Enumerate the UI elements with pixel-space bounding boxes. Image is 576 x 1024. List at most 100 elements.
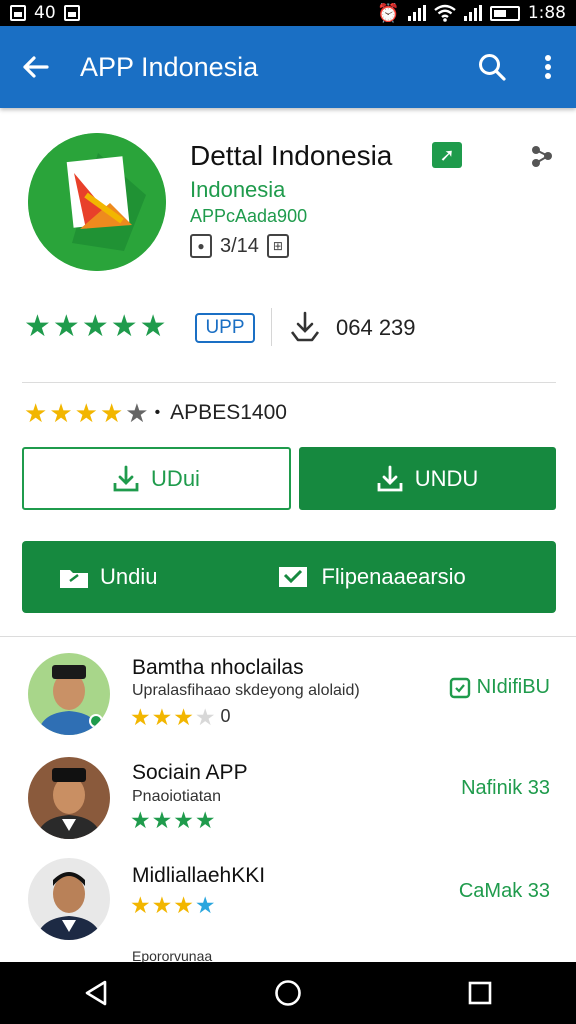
search-icon	[479, 54, 506, 81]
star-icon: ★	[125, 398, 149, 428]
download-count: 064 239	[336, 315, 416, 340]
star-icon: ★	[24, 398, 48, 428]
nav-home-button[interactable]	[258, 968, 318, 1018]
content-rating-icon: ●	[190, 234, 212, 258]
star-icon: ★	[151, 892, 173, 918]
status-time: 1:88	[527, 3, 566, 23]
avatar	[28, 858, 110, 940]
star-icon: ★	[52, 310, 80, 343]
editors-choice-icon: ➚	[432, 142, 462, 168]
download-count-icon	[288, 310, 322, 344]
alarm-icon: ⏰	[377, 2, 400, 23]
status-right: ⏰ 1:88	[377, 3, 566, 24]
wifi-icon	[434, 4, 456, 22]
star-icon: ★	[194, 892, 216, 918]
open-button[interactable]: Undiu	[58, 564, 157, 590]
list-item[interactable]: MidliallaehKKI ★ ★ ★ ★ CaMak 33	[0, 856, 576, 956]
download-icon	[113, 465, 139, 491]
reviewer-stars: ★ ★ ★ ★ 0	[130, 706, 231, 729]
avatar	[28, 757, 110, 839]
app-bar: APP Indonesia	[0, 26, 576, 108]
review-action-label: Nafinik 33	[461, 777, 550, 799]
review-action-label: CaMak 33	[458, 880, 550, 902]
stat-divider	[271, 308, 272, 346]
review-action-label: NIdifiBU	[476, 676, 550, 698]
developer-link[interactable]: Indonesia	[190, 177, 285, 203]
search-button[interactable]	[464, 26, 520, 108]
star-icon: ★	[110, 310, 138, 343]
nav-recents-button[interactable]	[450, 968, 510, 1018]
status-left: 40	[10, 3, 80, 23]
more-vert-icon	[545, 55, 551, 79]
star-icon: ★	[74, 398, 98, 428]
image-notification-icon	[63, 5, 80, 21]
circle-home-icon	[275, 980, 301, 1006]
app-logo	[28, 133, 166, 271]
reviewer-name: Sociain APP	[132, 761, 248, 784]
divider	[22, 382, 556, 383]
arrow-back-icon	[23, 56, 49, 78]
download-icon	[377, 465, 403, 491]
gallery-notification-icon	[10, 5, 26, 21]
back-button[interactable]	[0, 26, 70, 108]
list-item[interactable]: Sociain APP Pnaoiotiatan ★ ★ ★ ★ Nafinik…	[0, 755, 576, 855]
outline-button-label: UDui	[151, 465, 200, 491]
rating-stars: ★ ★ ★ ★ ★	[24, 312, 167, 342]
review-count: 0	[220, 706, 231, 726]
avatar	[28, 653, 110, 735]
star-icon: ★	[173, 892, 194, 918]
star-icon: ★	[139, 310, 167, 343]
rating-text: APBES1400	[170, 401, 287, 424]
app-bar-title: APP Indonesia	[80, 51, 259, 82]
star-icon: ★	[151, 704, 173, 730]
screen: 40 ⏰ 1:88 APP Indonesia Dettal Indonesia…	[0, 0, 576, 1024]
star-icon: ★	[24, 310, 51, 343]
review-action[interactable]: NIdifiBU	[449, 676, 550, 699]
folder-icon	[60, 570, 88, 588]
install-button-label: UNDU	[414, 465, 479, 491]
triangle-back-icon	[85, 980, 107, 1006]
battery-icon	[489, 5, 520, 21]
signal-icon	[407, 5, 426, 21]
star-icon: ★	[151, 807, 173, 833]
share-icon	[532, 146, 552, 167]
app-category[interactable]: APPcAada900	[190, 206, 307, 227]
star-icon: ★	[99, 398, 124, 428]
list-item[interactable]: Bamtha nhoclailas Upralasfihaao skdeyong…	[0, 650, 576, 750]
status-bar: 40 ⏰ 1:88	[0, 0, 576, 26]
upp-badge: UPP	[195, 313, 255, 343]
reviewer-name: MidliallaehKKI	[132, 864, 266, 887]
reviewer-subtitle: Upralasfihaao skdeyong alolaid)	[132, 682, 360, 699]
nav-back-button[interactable]	[66, 968, 126, 1018]
wishlist-button[interactable]: Flipenaaearsio	[277, 564, 466, 590]
star-icon: ★	[194, 807, 216, 833]
wishlist-button-label: Flipenaaearsio	[321, 564, 466, 589]
app-meta-value: 3/14	[220, 234, 259, 257]
open-button-label: Undiu	[100, 564, 158, 589]
reviewer-name: Bamtha nhoclailas	[132, 656, 304, 679]
mobile-signal-icon	[463, 5, 482, 21]
app-meta-row: ● 3/14 ⊞	[190, 234, 289, 258]
reviewer-subtitle: Pnaoiotiatan	[132, 788, 221, 805]
review-action[interactable]: CaMak 33	[459, 880, 550, 903]
rating-summary: ★ ★ ★ ★ ★ • APBES1400	[24, 398, 287, 428]
more-options-button[interactable]	[520, 26, 576, 108]
install-button[interactable]: UNDU	[299, 447, 556, 510]
outline-download-button[interactable]: UDui	[22, 447, 291, 510]
badge-icon	[449, 677, 470, 698]
reviewer-stars: ★ ★ ★ ★	[130, 894, 216, 917]
review-action[interactable]: Nafinik 33	[461, 777, 550, 800]
divider	[0, 636, 576, 637]
star-icon: ★	[81, 310, 109, 343]
grid-icon: ⊞	[266, 234, 289, 258]
star-icon: ★	[130, 807, 151, 833]
share-button[interactable]	[528, 142, 556, 170]
reviewer-stars: ★ ★ ★ ★	[130, 809, 216, 832]
star-icon: ★	[49, 398, 73, 428]
star-icon: ★	[173, 704, 194, 730]
wide-action-bar: Undiu Flipenaaearsio	[22, 541, 556, 613]
status-left-text: 40	[34, 3, 56, 23]
check-envelope-icon	[279, 567, 308, 587]
star-icon: ★	[130, 892, 151, 918]
star-icon: ★	[194, 704, 216, 730]
